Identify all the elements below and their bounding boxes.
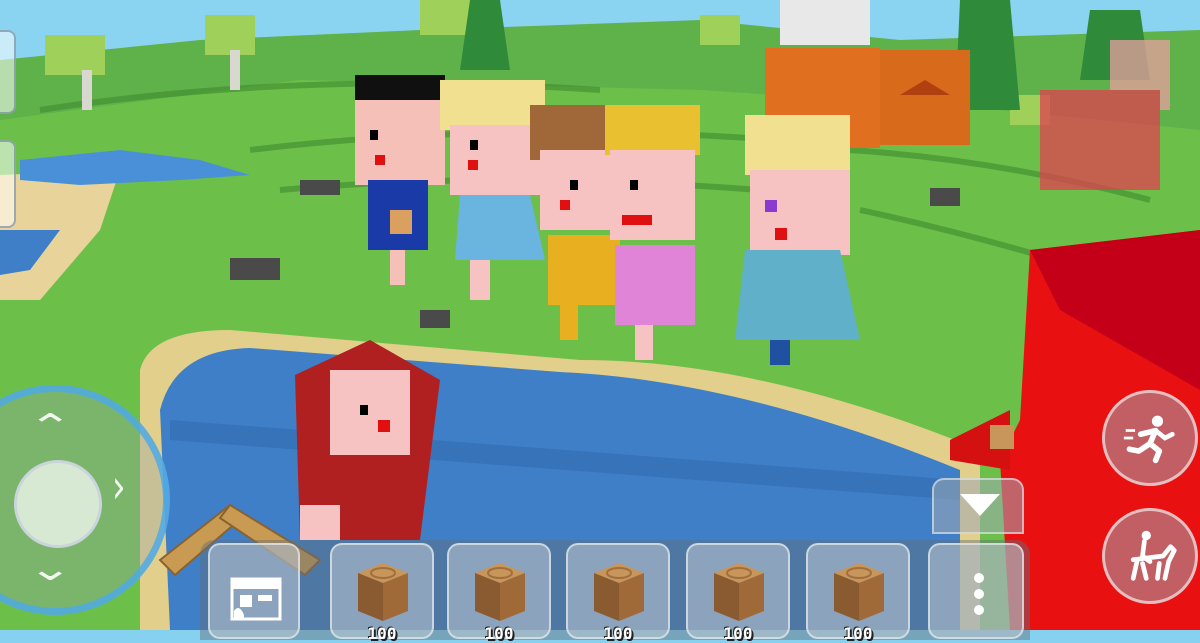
hotbar-slot-1[interactable]: 100	[330, 543, 434, 643]
crafting-table-icon	[230, 577, 282, 621]
slot-count: 100	[484, 624, 514, 643]
more-menu-button[interactable]	[928, 543, 1024, 639]
wood-log-block-icon	[714, 563, 764, 621]
hotbar-collapse-button[interactable]	[932, 478, 1024, 534]
hotbar-slot-4[interactable]: 100	[686, 543, 790, 643]
hotbar-slot-2[interactable]: 100	[447, 543, 551, 643]
more-vertical-icon	[974, 573, 984, 621]
wood-log-block-icon	[594, 563, 644, 621]
game-world-view[interactable]	[0, 0, 1200, 630]
edge-tab-top[interactable]	[0, 30, 16, 114]
joystick-knob[interactable]	[14, 460, 102, 548]
edge-tab-middle[interactable]	[0, 140, 16, 228]
chevron-right-icon: ›	[112, 459, 126, 515]
run-button[interactable]	[1102, 390, 1198, 486]
triangle-down-icon	[960, 494, 1000, 516]
slot-count: 100	[723, 624, 753, 643]
wood-log-block-icon	[834, 563, 884, 621]
slot-count: 100	[367, 624, 397, 643]
crafting-button[interactable]	[208, 543, 300, 639]
slot-count: 100	[603, 624, 633, 643]
hotbar-slot-5[interactable]: 100	[806, 543, 910, 643]
chevron-up-icon: ⌃	[27, 407, 74, 447]
hotbar-slot-3[interactable]: 100	[566, 543, 670, 643]
chevron-down-icon: ⌄	[27, 549, 74, 589]
slot-count: 100	[843, 624, 873, 643]
wood-log-block-icon	[475, 563, 525, 621]
running-person-icon	[1123, 415, 1175, 464]
horse-rider-icon	[1130, 530, 1177, 581]
wood-log-block-icon	[358, 563, 408, 621]
ride-button[interactable]	[1102, 508, 1198, 604]
